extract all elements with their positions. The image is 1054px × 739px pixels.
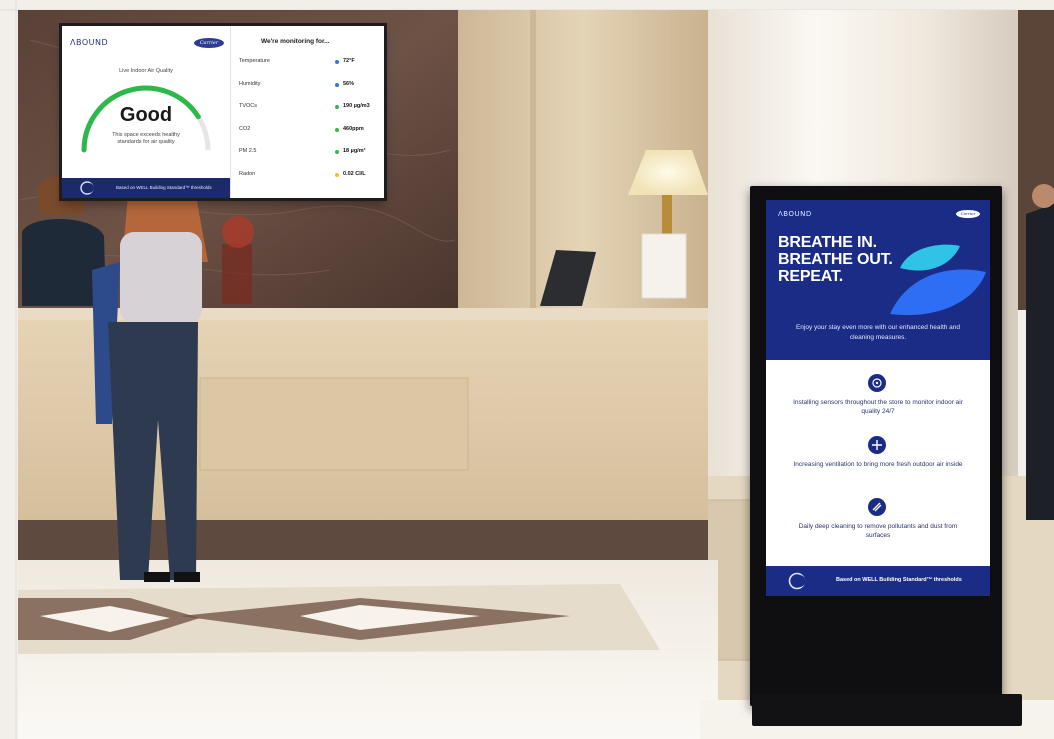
metric-status-dot <box>335 150 339 154</box>
metric-value: 460ppm <box>343 125 364 132</box>
digital-signage-kiosk: ΛBOUND Carrier BREATHE IN. BREATHE OUT. … <box>750 186 1002 706</box>
metric-label: PM 2.5 <box>239 148 257 154</box>
kiosk-well-logo-icon <box>788 572 806 590</box>
metric-status-dot <box>335 127 339 132</box>
kiosk-partner-logo: Carrier <box>956 210 980 218</box>
air-quality-label: Live Indoor Air Quality <box>119 68 173 74</box>
air-quality-status: Good <box>119 104 173 126</box>
cleaning-icon <box>868 498 886 516</box>
metric-row: Humidity 56% <box>239 81 379 91</box>
metric-status-dot <box>335 60 339 64</box>
leaf-graphic <box>890 244 986 316</box>
kiosk-headline: BREATHE IN. BREATHE OUT. REPEAT. <box>778 234 893 285</box>
kiosk-item-2: Increasing ventilation to bring more fre… <box>793 461 963 468</box>
metric-label: Humidity <box>239 80 261 87</box>
sensor-icon <box>868 374 886 392</box>
metric-label: CO2 <box>239 125 251 132</box>
air-quality-panel: ΛBOUND Carrier Live Indoor Air Quality G… <box>62 26 230 178</box>
metric-row: Temperature 72°F <box>239 58 379 68</box>
brand-logo: ΛBOUND <box>70 38 109 47</box>
monitoring-title: We're monitoring for... <box>261 38 330 45</box>
headline-line-1: BREATHE IN. <box>778 234 877 251</box>
status-description: This space exceeds healthy standards for… <box>112 132 180 145</box>
headline-line-3: REPEAT. <box>778 268 843 285</box>
metric-status-dot <box>335 82 339 87</box>
kiosk-stand-base <box>752 694 1022 726</box>
metric-value: 56% <box>343 80 355 87</box>
metric-label: Radon <box>239 170 256 177</box>
kiosk-hero: ΛBOUND Carrier BREATHE IN. BREATHE OUT. … <box>766 200 990 360</box>
kiosk-item-1: Installing sensors throughout the store … <box>793 399 963 415</box>
metric-label: TVOCs <box>239 103 258 109</box>
monitoring-panel: We're monitoring for... Temperature 72°F H… <box>230 26 384 198</box>
wall-footer-text: Based on WELL Building Standard™ thresho… <box>116 185 212 190</box>
metric-status-dot <box>335 105 339 109</box>
metric-value: 18 µg/m³ <box>343 148 366 154</box>
metric-row: TVOCs 190 µg/m3 <box>239 103 379 113</box>
wall-display-footer: Based on WELL Building Standard™ thresho… <box>62 178 230 198</box>
metric-status-dot <box>335 172 339 177</box>
fan-icon <box>868 436 886 454</box>
kiosk-screen: ΛBOUND Carrier BREATHE IN. BREATHE OUT. … <box>766 200 990 596</box>
hotel-lobby-scene: ΛBOUND Carrier Live Indoor Air Quality G… <box>0 0 1054 739</box>
metric-label: Temperature <box>239 58 270 64</box>
metric-value: 72°F <box>343 58 355 64</box>
kiosk-item-3: Daily deep cleaning to remove pollutants… <box>798 523 958 539</box>
partner-logo: Carrier <box>194 38 224 48</box>
metric-row: Radon 0.02 CI/L <box>239 171 379 181</box>
wall-air-quality-display: ΛBOUND Carrier Live Indoor Air Quality G… <box>62 26 384 198</box>
kiosk-brand-logo: ΛBOUND <box>778 210 812 218</box>
metric-value: 0.02 CI/L <box>343 170 366 177</box>
metric-value: 190 µg/m3 <box>343 103 370 109</box>
kiosk-footer: Based on WELL Building Standard™ thresho… <box>766 566 990 596</box>
metric-row: PM 2.5 18 µg/m³ <box>239 148 379 158</box>
kiosk-footer-text: Based on WELL Building Standard™ thresho… <box>836 577 962 583</box>
headline-line-2: BREATHE OUT. <box>778 251 893 268</box>
kiosk-subtitle: Enjoy your stay even more with our enhan… <box>795 324 961 341</box>
metric-row: CO2 460ppm <box>239 126 379 136</box>
well-logo-icon <box>80 181 94 195</box>
